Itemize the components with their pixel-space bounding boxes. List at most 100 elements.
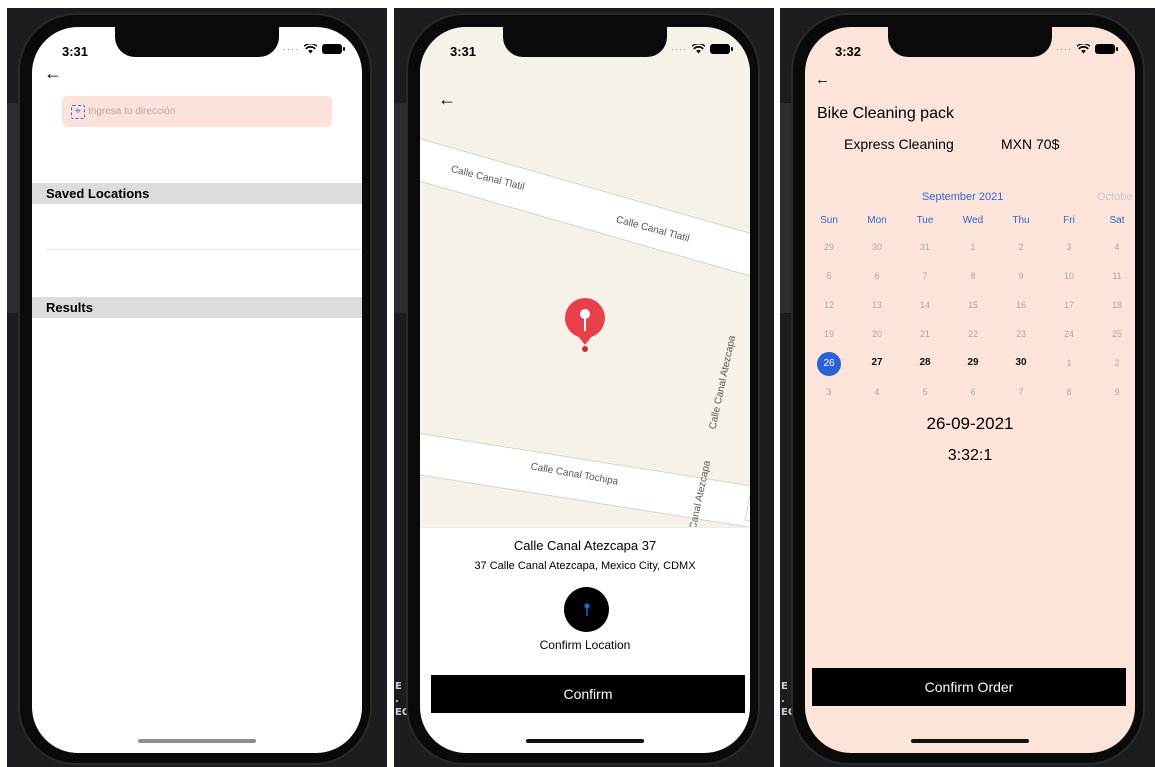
wifi-icon — [692, 44, 705, 54]
notch — [503, 27, 667, 57]
phone-frame: 3:31 ···· ← ⌖ Saved Locations Results — [18, 13, 372, 765]
status-time: 3:32 — [835, 44, 862, 59]
calendar-day: 2 — [1114, 358, 1120, 368]
battery-icon — [322, 44, 345, 54]
weekday-label: Tue — [916, 215, 934, 226]
calendar-day[interactable]: 28 — [901, 351, 949, 380]
calendar-day: 11 — [1112, 271, 1122, 281]
weekday-label: Mon — [867, 215, 887, 226]
results-header: Results — [32, 297, 362, 318]
back-arrow-icon[interactable]: ← — [438, 89, 456, 110]
street-label: Calle Canal Atezcapa — [707, 334, 739, 431]
confirm-button[interactable]: Confirm — [431, 675, 745, 713]
address-card: Calle Canal Atezcapa 37 37 Calle Canal A… — [420, 527, 750, 669]
screenshot-panel-1: 3:31 ···· ← ⌖ Saved Locations Results — [7, 8, 387, 767]
address-title: Calle Canal Atezcapa 37 — [513, 538, 657, 553]
calendar-day-selected[interactable]: 26 — [805, 351, 853, 380]
calendar-day[interactable]: 30 — [997, 351, 1045, 380]
map-pin-icon — [565, 298, 605, 352]
calendar-day: 31 — [919, 242, 930, 252]
home-indicator[interactable] — [526, 739, 644, 743]
calendar-day: 7 — [1018, 387, 1024, 397]
order-schedule-screen: 3:32 ···· ← Bike Cleaning pack Express C… — [805, 27, 1135, 753]
signal-icon: ···· — [671, 44, 687, 54]
weekday-label: Thu — [1012, 215, 1030, 226]
calendar-day[interactable]: 29 — [949, 351, 997, 380]
calendar-day[interactable]: 27 — [853, 351, 901, 380]
location-scan-icon: ⌖ — [71, 104, 85, 119]
weekday-label: Sun — [820, 215, 838, 226]
calendar-day: 5 — [826, 271, 832, 281]
calendar-day: 15 — [967, 300, 978, 310]
next-month-label[interactable]: Octobe — [1097, 191, 1132, 203]
calendar-day: 4 — [1114, 242, 1120, 252]
week-row: 3 4 5 6 7 8 9 — [805, 380, 1135, 409]
home-indicator[interactable] — [138, 739, 256, 743]
calendar: Sun Mon Tue Wed Thu Fri Sat 29 30 31 1 2… — [805, 213, 1135, 409]
address-search-screen: 3:31 ···· ← ⌖ Saved Locations Results — [32, 27, 362, 753]
service-price: MXN 70$ — [1001, 136, 1060, 152]
calendar-day: 8 — [1066, 387, 1072, 397]
calendar-day: 24 — [1063, 329, 1074, 339]
calendar-day: 17 — [1063, 300, 1074, 310]
selected-day-badge: 26 — [817, 352, 841, 376]
status-time: 3:31 — [450, 44, 477, 59]
pack-title: Bike Cleaning pack — [817, 105, 954, 122]
calendar-day: 16 — [1015, 300, 1026, 310]
week-row: 19 20 21 22 23 24 25 — [805, 322, 1135, 351]
selected-time: 3:32:1 — [947, 447, 993, 464]
calendar-day: 5 — [922, 387, 928, 397]
calendar-day: 14 — [919, 300, 930, 310]
map-view[interactable]: Calle Canal Tlatil Calle Canal Tlatil Ca… — [420, 27, 750, 527]
service-name: Express Cleaning — [844, 136, 954, 152]
status-time: 3:31 — [62, 44, 89, 59]
calendar-day: 3 — [826, 387, 832, 397]
calendar-day: 9 — [1018, 271, 1024, 281]
calendar-day: 9 — [1114, 387, 1120, 397]
notch — [888, 27, 1052, 57]
week-row: 5 6 7 8 9 10 11 — [805, 264, 1135, 293]
calendar-day: 25 — [1111, 329, 1122, 339]
screenshot-panel-2: E. EO. Calle Canal Tlatil Calle Canal Tla… — [394, 8, 774, 767]
back-arrow-icon[interactable]: ← — [815, 71, 830, 88]
address-search-input[interactable] — [88, 106, 308, 117]
weekday-label: Sat — [1109, 215, 1125, 226]
home-indicator[interactable] — [911, 739, 1029, 743]
battery-icon — [1095, 44, 1118, 54]
signal-icon: ···· — [283, 44, 299, 54]
week-row: 29 30 31 1 2 3 4 — [805, 235, 1135, 264]
week-row: 26 27 28 29 30 1 2 — [805, 351, 1135, 380]
calendar-day: 13 — [871, 300, 882, 310]
saved-location-row[interactable] — [46, 204, 362, 250]
weekday-row: Sun Mon Tue Wed Thu Fri Sat — [805, 213, 1135, 235]
calendar-day: 20 — [871, 329, 882, 339]
phone-frame: 3:32 ···· ← Bike Cleaning pack Express C… — [791, 13, 1145, 765]
saved-location-row[interactable] — [46, 250, 362, 296]
status-icons: ···· — [283, 44, 345, 54]
map-road — [744, 69, 750, 527]
calendar-day: 22 — [967, 329, 978, 339]
calendar-day: 2 — [1018, 242, 1024, 252]
location-pin-icon — [583, 602, 590, 616]
screenshot-panel-3: E.EO. 3:32 ···· ← Bike Cleaning pack Exp… — [780, 8, 1155, 767]
map-location-screen: Calle Canal Tlatil Calle Canal Tlatil Ca… — [420, 27, 750, 753]
status-icons: ···· — [671, 44, 733, 54]
calendar-day: 6 — [874, 271, 880, 281]
weekday-label: Wed — [962, 215, 984, 226]
calendar-day: 30 — [871, 242, 882, 252]
calendar-day: 10 — [1063, 271, 1074, 281]
selected-date: 26-09-2021 — [926, 414, 1014, 433]
notch — [115, 27, 279, 57]
calendar-day: 3 — [1066, 242, 1072, 252]
back-arrow-icon[interactable]: ← — [44, 63, 62, 84]
confirm-location-button[interactable] — [564, 587, 609, 632]
calendar-day: 6 — [970, 387, 976, 397]
address-search-field[interactable]: ⌖ — [62, 96, 332, 127]
month-label: September 2021 — [922, 191, 1004, 203]
status-icons: ···· — [1056, 44, 1118, 54]
saved-locations-header: Saved Locations — [32, 183, 362, 204]
wifi-icon — [304, 44, 317, 54]
phone-frame: Calle Canal Tlatil Calle Canal Tlatil Ca… — [406, 13, 760, 765]
signal-icon: ···· — [1056, 44, 1072, 54]
confirm-order-button[interactable]: Confirm Order — [812, 668, 1126, 706]
